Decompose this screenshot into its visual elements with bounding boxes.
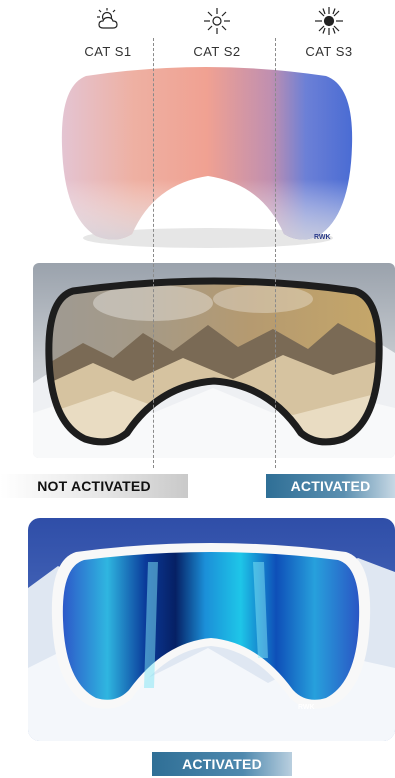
category-label-s3: CAT S3 (305, 44, 353, 59)
not-activated-banner: NOT ACTIVATED (0, 474, 188, 498)
guide-line-s1-s2 (153, 38, 154, 468)
photochromic-lens: RWK (56, 66, 356, 256)
category-label-s2: CAT S2 (193, 44, 241, 59)
bright-sun-icon (314, 6, 344, 36)
comparison-photo (33, 263, 395, 458)
guide-line-s2-s3 (275, 38, 276, 468)
goggle-brand-logo: RWK (298, 704, 315, 711)
sun-icon (202, 6, 232, 36)
goggle-activated-banner: ACTIVATED (152, 752, 292, 776)
partly-cloudy-icon (94, 6, 124, 36)
lens-brand-logo: RWK (314, 234, 331, 241)
category-label-s1: CAT S1 (84, 44, 132, 59)
activated-banner: ACTIVATED (266, 474, 395, 498)
goggle-photo: RWK (28, 518, 395, 741)
